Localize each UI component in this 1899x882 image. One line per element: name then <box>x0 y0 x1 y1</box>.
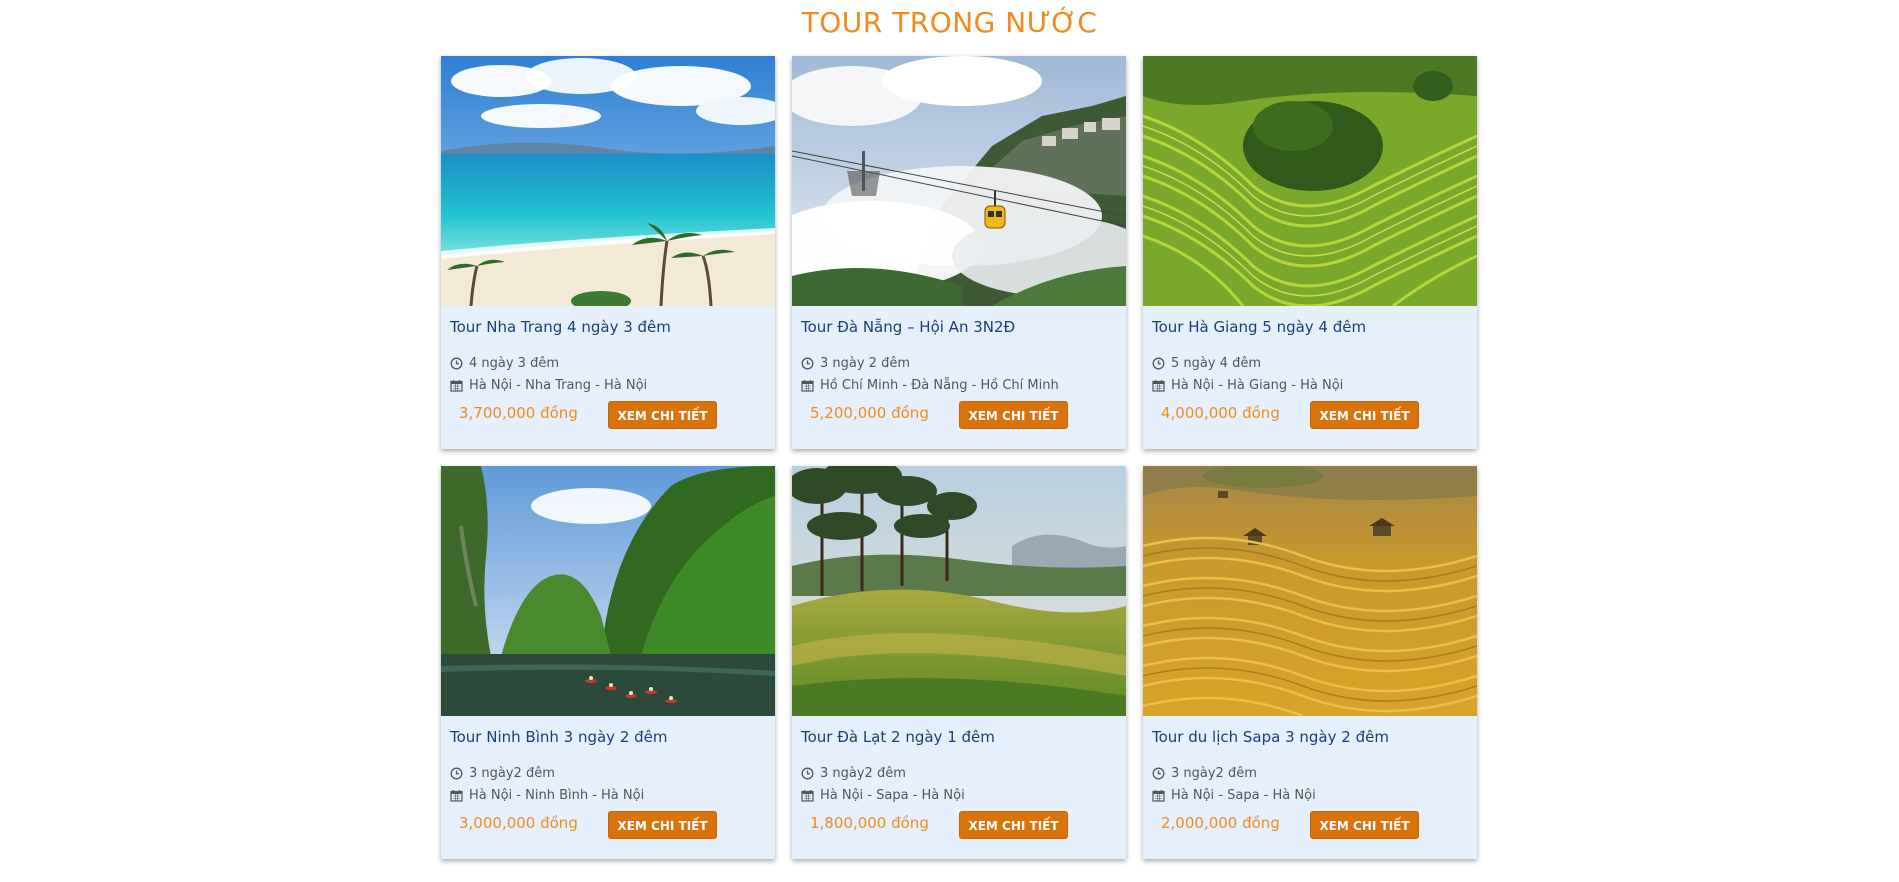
clock-icon <box>1152 767 1165 780</box>
calendar-icon <box>450 380 463 392</box>
tour-route: Hà Nội - Hà Giang - Hà Nội <box>1152 378 1343 393</box>
tour-route: Hà Nội - Ninh Bình - Hà Nội <box>450 788 644 803</box>
calendar-icon <box>801 380 814 392</box>
tour-image-cable-car[interactable] <box>792 56 1126 306</box>
view-detail-button[interactable]: XEM CHI TIẾT <box>608 401 717 429</box>
view-detail-button[interactable]: XEM CHI TIẾT <box>1310 811 1419 839</box>
tour-duration: 3 ngày2 đêm <box>1152 766 1257 781</box>
tour-title[interactable]: Tour Đà Nẵng – Hội An 3N2Đ <box>801 318 1015 336</box>
clock-icon <box>450 357 463 370</box>
tour-price: 5,200,000 đồng <box>810 404 929 422</box>
section-title: TOUR TRONG NƯỚC <box>801 6 1098 39</box>
tour-grid: Tour Nha Trang 4 ngày 3 đêm 4 ngày 3 đêm… <box>441 56 1477 859</box>
tour-duration: 5 ngày 4 đêm <box>1152 356 1261 371</box>
view-detail-button[interactable]: XEM CHI TIẾT <box>959 811 1068 839</box>
tour-title[interactable]: Tour Nha Trang 4 ngày 3 đêm <box>450 318 671 336</box>
tour-card[interactable]: Tour Nha Trang 4 ngày 3 đêm 4 ngày 3 đêm… <box>441 56 775 449</box>
tour-title[interactable]: Tour du lịch Sapa 3 ngày 2 đêm <box>1152 728 1389 746</box>
tour-card[interactable]: Tour Đà Nẵng – Hội An 3N2Đ 3 ngày 2 đêm … <box>792 56 1126 449</box>
tour-image-green-terraces[interactable] <box>1143 56 1477 306</box>
tour-duration: 3 ngày2 đêm <box>450 766 555 781</box>
clock-icon <box>801 767 814 780</box>
tour-image-pine-hill[interactable] <box>792 466 1126 716</box>
tour-title[interactable]: Tour Ninh Bình 3 ngày 2 đêm <box>450 728 668 746</box>
tour-duration: 4 ngày 3 đêm <box>450 356 559 371</box>
view-detail-button[interactable]: XEM CHI TIẾT <box>608 811 717 839</box>
tour-route: Hà Nội - Nha Trang - Hà Nội <box>450 378 647 393</box>
view-detail-button[interactable]: XEM CHI TIẾT <box>1310 401 1419 429</box>
calendar-icon <box>450 790 463 802</box>
tour-card[interactable]: Tour Ninh Bình 3 ngày 2 đêm 3 ngày2 đêm … <box>441 466 775 859</box>
tour-price: 2,000,000 đồng <box>1161 814 1280 832</box>
clock-icon <box>450 767 463 780</box>
calendar-icon <box>1152 790 1165 802</box>
view-detail-button[interactable]: XEM CHI TIẾT <box>959 401 1068 429</box>
tour-price: 3,000,000 đồng <box>459 814 578 832</box>
tour-image-beach[interactable] <box>441 56 775 306</box>
tour-image-river-karst[interactable] <box>441 466 775 716</box>
calendar-icon <box>1152 380 1165 392</box>
tour-image-golden-terraces[interactable] <box>1143 466 1477 716</box>
tour-card[interactable]: Tour du lịch Sapa 3 ngày 2 đêm 3 ngày2 đ… <box>1143 466 1477 859</box>
tour-route: Hà Nội - Sapa - Hà Nội <box>1152 788 1316 803</box>
tour-title[interactable]: Tour Đà Lạt 2 ngày 1 đêm <box>801 728 995 746</box>
tour-route: Hồ Chí Minh - Đà Nẵng - Hồ Chí Minh <box>801 378 1059 393</box>
tour-card[interactable]: Tour Hà Giang 5 ngày 4 đêm 5 ngày 4 đêm … <box>1143 56 1477 449</box>
tour-duration: 3 ngày2 đêm <box>801 766 906 781</box>
tour-card[interactable]: Tour Đà Lạt 2 ngày 1 đêm 3 ngày2 đêm Hà … <box>792 466 1126 859</box>
tour-price: 1,800,000 đồng <box>810 814 929 832</box>
clock-icon <box>801 357 814 370</box>
tour-duration: 3 ngày 2 đêm <box>801 356 910 371</box>
tour-route: Hà Nội - Sapa - Hà Nội <box>801 788 965 803</box>
tour-price: 3,700,000 đồng <box>459 404 578 422</box>
tour-price: 4,000,000 đồng <box>1161 404 1280 422</box>
clock-icon <box>1152 357 1165 370</box>
tour-title[interactable]: Tour Hà Giang 5 ngày 4 đêm <box>1152 318 1366 336</box>
calendar-icon <box>801 790 814 802</box>
